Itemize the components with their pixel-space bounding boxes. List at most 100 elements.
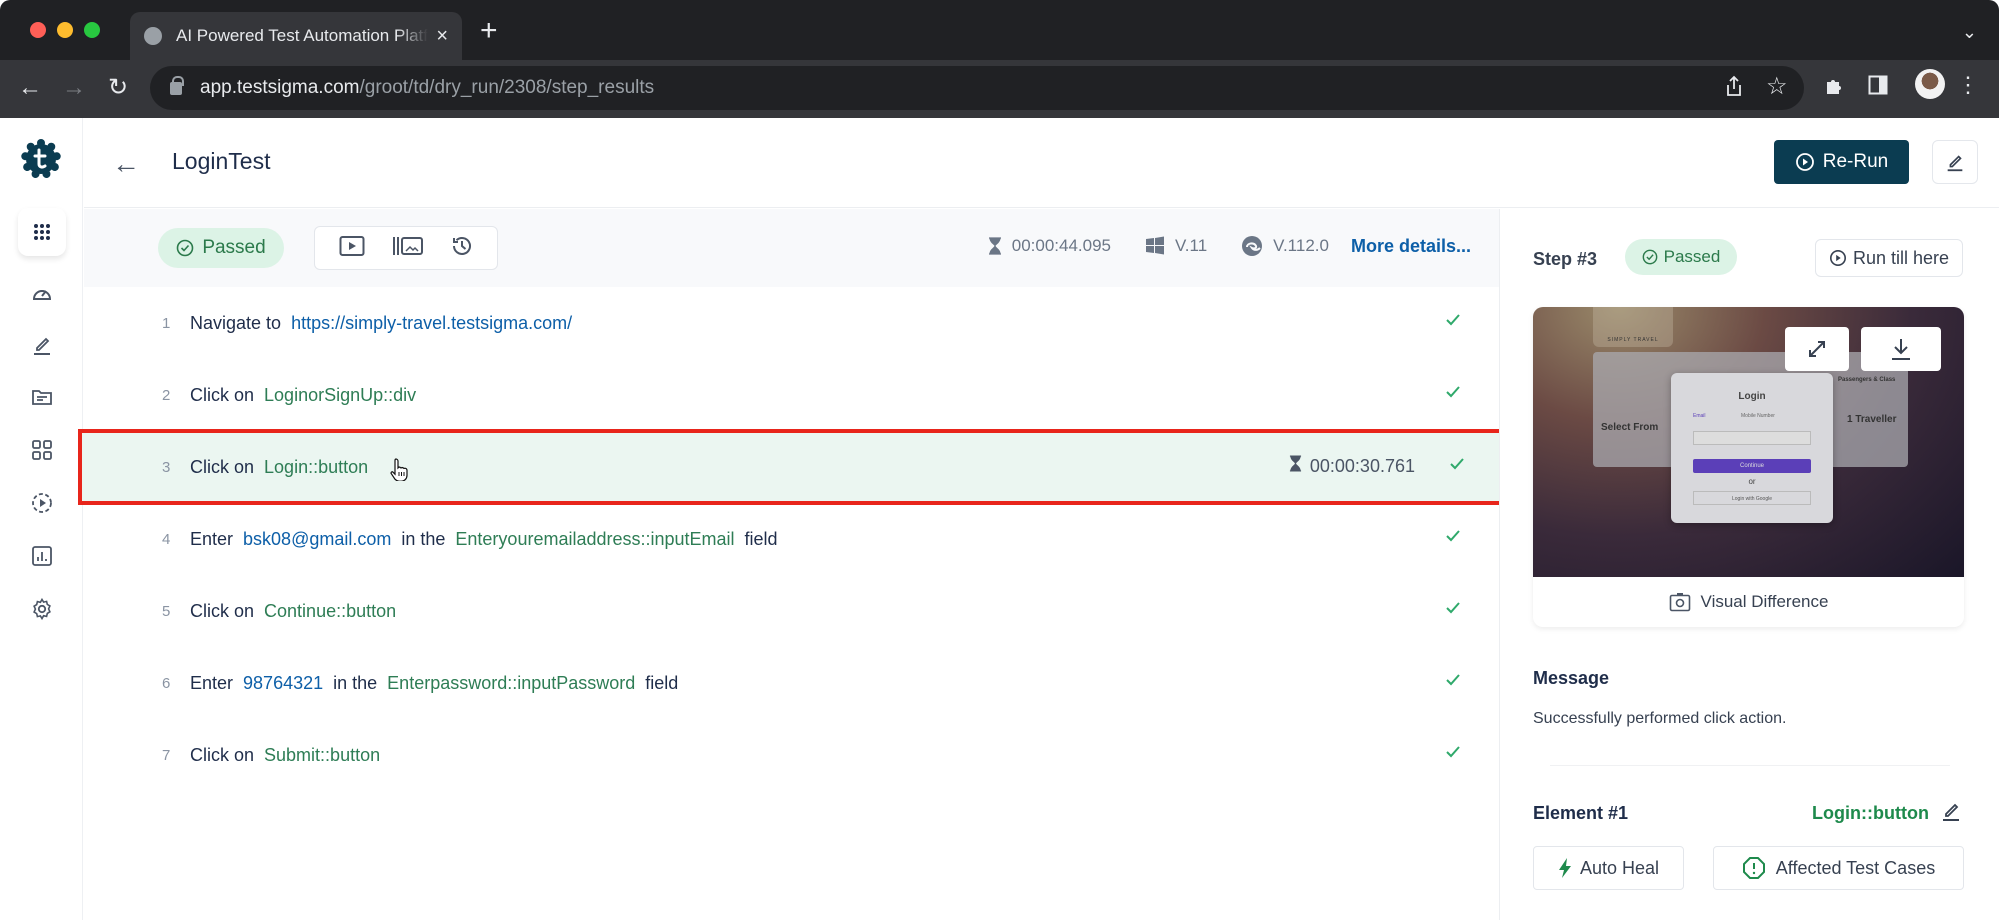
screenshot-radio-email: Email (1693, 413, 1706, 419)
browser-chrome: AI Powered Test Automation Platform × + … (0, 0, 1999, 118)
run-till-here-button[interactable]: Run till here (1815, 239, 1963, 277)
download-icon (1892, 339, 1910, 360)
screenshot-traveller: 1 Traveller (1847, 414, 1897, 425)
forward-nav-icon[interactable]: → (62, 74, 86, 102)
screenshot-passengers: Passengers & Class (1838, 377, 1896, 383)
message-label: Message (1533, 668, 1610, 688)
section-divider (1550, 765, 1950, 766)
step-element-link[interactable]: Login::button (264, 457, 368, 478)
rerun-button[interactable]: Re-Run (1774, 140, 1909, 184)
step-element-link[interactable]: LoginorSignUp::div (264, 385, 416, 406)
step-status-badge: Passed (1625, 239, 1737, 275)
step-value[interactable]: bsk08@gmail.com (243, 529, 391, 550)
step-row[interactable]: 2 Click on LoginorSignUp::div (84, 359, 1499, 431)
step-text: Click on (190, 744, 255, 765)
step-text: Click on (190, 600, 255, 621)
app-switcher-button[interactable] (18, 208, 66, 256)
step-list: 1 Navigate to https://simply-travel.testsi… (78, 287, 1505, 791)
edit-test-button[interactable] (1932, 140, 1978, 184)
run-summary-bar: Passed 00:00:44.095 V.11 V.112.0 More de… (84, 209, 1499, 287)
step-number: 5 (162, 602, 171, 620)
sidebar-item-reports[interactable] (30, 544, 54, 568)
close-window-button[interactable] (30, 22, 46, 38)
bookmark-star-icon[interactable]: ☆ (1766, 72, 1788, 101)
step-element-link[interactable]: Submit::button (264, 745, 380, 766)
step-row[interactable]: 4 Enter bsk08@gmail.com in the Enteryouremai… (84, 503, 1499, 575)
step-row[interactable]: 1 Navigate to https://simply-travel.testsi… (84, 287, 1499, 359)
page-title: LoginTest (172, 148, 271, 174)
reload-icon[interactable]: ↻ (108, 74, 128, 102)
profile-avatar[interactable] (1915, 69, 1945, 99)
step-text: in the (401, 528, 446, 549)
step-row[interactable]: 6 Enter 98764321 in the Enterpassword::input… (84, 647, 1499, 719)
step-screenshot[interactable]: SIMPLY TRAVEL Select From Passengers & C… (1533, 307, 1964, 577)
pencil-icon (1947, 155, 1963, 172)
run-duration: 00:00:44.095 (1011, 236, 1112, 255)
pencil-icon (34, 337, 50, 355)
extensions-puzzle-icon[interactable] (1824, 75, 1846, 103)
step-duration: 00:00:30.761 (1289, 455, 1415, 477)
video-playback-button[interactable] (339, 235, 365, 262)
hand-pointer-cursor-icon (390, 457, 410, 486)
address-bar[interactable]: app.testsigma.com/groot/td/dry_run/2308/… (150, 66, 1804, 110)
maximize-window-button[interactable] (84, 22, 100, 38)
share-icon[interactable] (1725, 75, 1743, 103)
step-text: in the (333, 672, 378, 693)
edit-element-button[interactable] (1939, 799, 1963, 828)
sidebar-item-elements[interactable] (30, 438, 54, 462)
screenshots-view-button[interactable] (392, 235, 424, 262)
step-element-link[interactable]: Enteryouremailaddress::inputEmail (455, 529, 734, 550)
close-tab-icon[interactable]: × (436, 25, 448, 48)
step-passed-check-icon (1445, 527, 1461, 548)
step-value[interactable]: 98764321 (243, 673, 323, 694)
page-header: ← LoginTest Re-Run (84, 118, 1999, 208)
step-text: Enter (190, 528, 234, 549)
auto-heal-button[interactable]: Auto Heal (1533, 846, 1684, 890)
sidebar-item-runs[interactable] (30, 491, 54, 515)
more-details-link[interactable]: More details... (1351, 236, 1471, 257)
step-status-label: Passed (1663, 247, 1721, 266)
tab-search-chevron-icon[interactable]: ⌄ (1962, 22, 1977, 43)
step-row[interactable]: 7 Click on Submit::button (84, 719, 1499, 791)
screenshot-brand: SIMPLY TRAVEL (1593, 307, 1673, 347)
step-passed-check-icon (1445, 743, 1461, 764)
sidebar-item-test-development[interactable] (30, 333, 54, 357)
back-arrow-button[interactable]: ← (112, 148, 140, 180)
minimize-window-button[interactable] (57, 22, 73, 38)
back-nav-icon[interactable]: ← (18, 74, 42, 102)
screenshot-modal-title: Login (1738, 391, 1766, 402)
testsigma-logo[interactable] (20, 138, 62, 180)
sidebar-item-test-data[interactable] (30, 385, 54, 409)
url-path: /groot/td/dry_run/2308/step_results (359, 77, 655, 98)
download-screenshot-button[interactable] (1861, 327, 1941, 371)
sidebar-item-settings[interactable] (30, 597, 54, 621)
step-text: Enter (190, 672, 234, 693)
step-element-link[interactable]: Enterpassword::inputPassword (387, 673, 635, 694)
step-passed-check-icon (1445, 599, 1461, 620)
element-label: Element #1 (1533, 803, 1629, 823)
expand-screenshot-button[interactable] (1785, 327, 1849, 371)
dashboard-gauge-icon (32, 290, 52, 300)
view-mode-group (314, 226, 498, 270)
hourglass-icon (1289, 455, 1302, 477)
url-host: app.testsigma.com (200, 77, 360, 98)
step-row[interactable]: 5 Click on Continue::button (84, 575, 1499, 647)
affected-test-cases-button[interactable]: Affected Test Cases (1713, 846, 1964, 890)
visual-difference-button[interactable]: Visual Difference (1533, 577, 1964, 627)
browser-tab[interactable]: AI Powered Test Automation Platform × (130, 12, 462, 60)
sidebar (0, 118, 83, 920)
browser-menu-icon[interactable]: ⋮ (1957, 72, 1979, 98)
step-row-selected[interactable]: 3 Click on Login::button 00:00:30.761 (78, 429, 1505, 505)
video-play-icon (339, 235, 365, 256)
step-text: Click on (190, 456, 255, 477)
new-tab-button[interactable]: + (480, 16, 498, 46)
step-number: 2 (162, 386, 171, 404)
side-panel-icon[interactable] (1868, 75, 1888, 101)
step-element-link[interactable]: Continue::button (264, 601, 396, 622)
sidebar-item-dashboard[interactable] (30, 281, 54, 305)
element-name-link[interactable]: Login::button (1812, 803, 1929, 824)
grid-dots-icon (34, 224, 50, 240)
step-value[interactable]: https://simply-travel.testsigma.com/ (291, 313, 572, 334)
reports-chart-icon (32, 546, 52, 566)
history-button[interactable] (451, 235, 473, 262)
